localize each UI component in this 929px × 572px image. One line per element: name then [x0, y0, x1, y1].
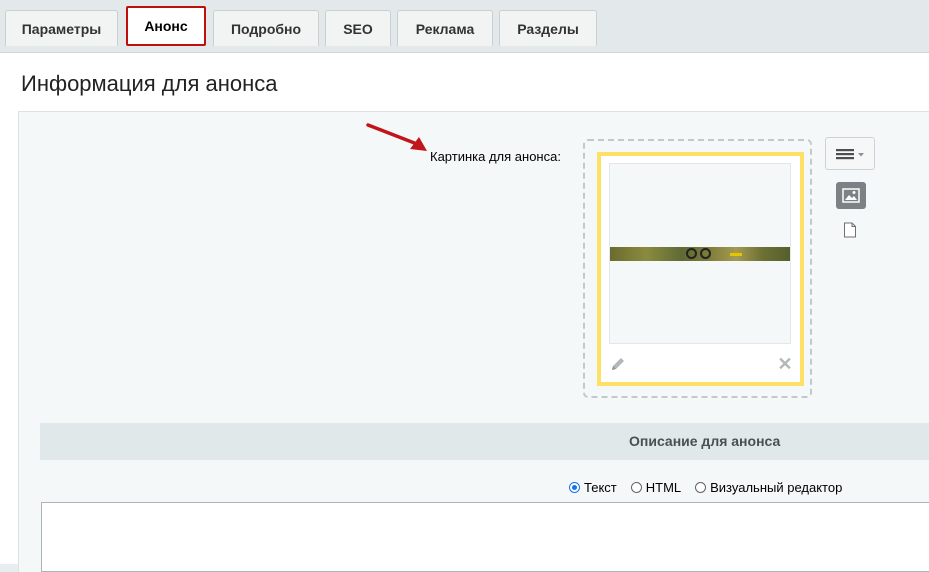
tab-seo[interactable]: SEO — [325, 10, 391, 46]
tab-label: Параметры — [21, 20, 102, 37]
tab-details[interactable]: Подробно — [213, 10, 319, 46]
bicycle-wheel-shape — [700, 248, 711, 259]
image-mode-button[interactable] — [836, 182, 866, 209]
image-icon — [842, 188, 860, 203]
description-format-options: Текст HTML Визуальный редактор — [569, 480, 856, 495]
banner-accent-shape — [730, 253, 742, 256]
tab-label: Реклама — [415, 20, 475, 37]
preview-picture-card: ✕ — [597, 152, 804, 386]
preview-picture-dropzone[interactable]: ✕ — [583, 139, 812, 398]
radio-circle — [630, 482, 642, 493]
announcement-form-panel: Картинка для анонса: ✕ Описание для анон… — [18, 111, 929, 572]
format-radio-html[interactable]: HTML — [630, 480, 682, 495]
tab-parameters[interactable]: Параметры — [5, 10, 118, 46]
radio-circle — [569, 482, 580, 493]
pencil-icon[interactable] — [610, 356, 626, 372]
description-section-title: Описание для анонса — [629, 433, 781, 449]
tab-label: Анонс — [144, 18, 188, 34]
tab-label: Разделы — [517, 20, 579, 37]
preview-picture-label: Картинка для анонса: — [430, 149, 561, 164]
radio-label: HTML — [645, 480, 682, 495]
tab-content: Информация для анонса Картинка для анонс… — [0, 52, 929, 572]
radio-label: Визуальный редактор — [710, 480, 843, 495]
close-icon[interactable]: ✕ — [777, 355, 793, 373]
picture-options-button[interactable] — [825, 137, 875, 170]
banner-image — [610, 247, 790, 261]
preview-picture-thumbnail[interactable] — [609, 163, 791, 344]
page-title: Информация для анонса — [21, 71, 278, 96]
red-arrow-icon — [366, 123, 427, 151]
radio-circle — [695, 482, 707, 493]
tab-advertising[interactable]: Реклама — [397, 10, 493, 46]
tab-bar: Параметры Анонс Подробно SEO Реклама Раз… — [0, 0, 929, 52]
file-icon[interactable] — [843, 222, 857, 238]
tab-announcement[interactable]: Анонс — [126, 6, 206, 46]
radio-label: Текст — [584, 480, 617, 495]
hamburger-menu-icon — [836, 148, 864, 159]
tab-sections[interactable]: Разделы — [499, 10, 597, 46]
format-radio-visual-editor[interactable]: Визуальный редактор — [695, 480, 842, 495]
tab-label: Подробно — [230, 20, 302, 37]
format-radio-text[interactable]: Текст — [569, 480, 617, 495]
description-section-header: Описание для анонса — [40, 423, 929, 460]
tab-label: SEO — [343, 20, 373, 37]
bicycle-wheel-shape — [686, 248, 697, 259]
description-textarea[interactable] — [41, 502, 929, 572]
